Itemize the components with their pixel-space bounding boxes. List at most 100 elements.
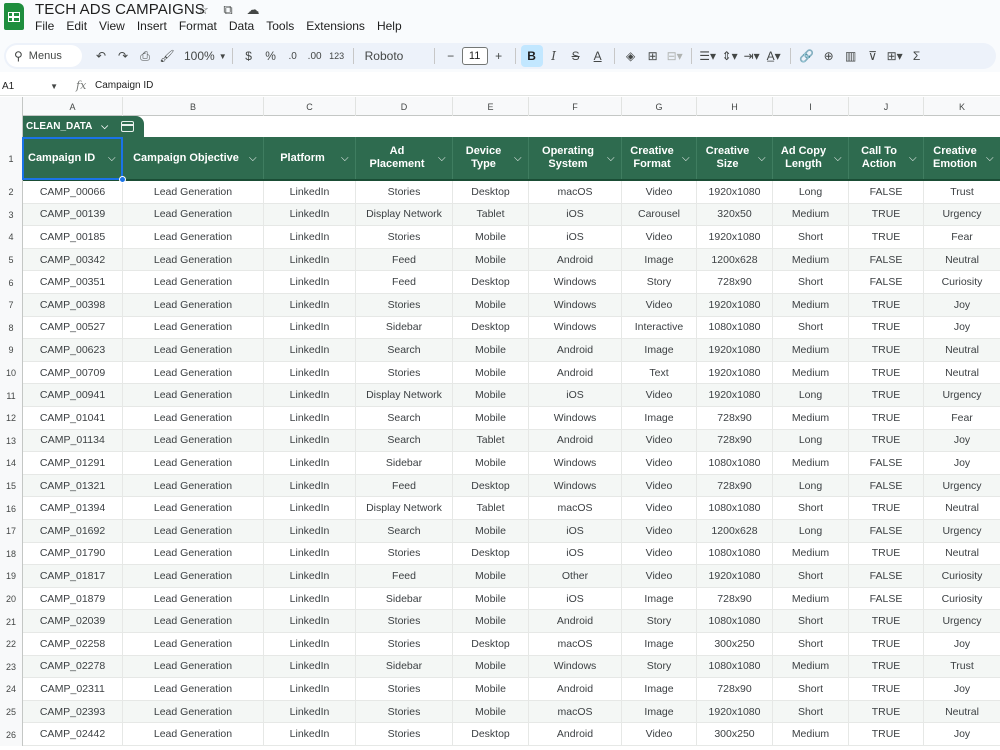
cell-creative-size[interactable]: 1080x1080 xyxy=(697,452,773,475)
row-number[interactable]: 21 xyxy=(0,610,23,633)
chevron-down-icon[interactable]: ⌵ xyxy=(249,153,263,164)
cell-creative-format[interactable]: Video xyxy=(622,384,697,407)
cell-device-type[interactable]: Tablet xyxy=(453,429,529,453)
cell-creative-emotion[interactable]: Urgency xyxy=(924,520,1000,543)
zoom-select[interactable]: 100% ▼ xyxy=(184,49,227,63)
cell-device-type[interactable]: Mobile xyxy=(453,226,529,249)
cell-ad-placement[interactable]: Stories xyxy=(356,361,453,385)
cell-creative-size[interactable]: 1920x1080 xyxy=(697,294,773,317)
row-number[interactable]: 23 xyxy=(0,655,23,679)
cell-device-type[interactable]: Mobile xyxy=(453,678,529,701)
cell-ad-copy-length[interactable]: Medium xyxy=(773,203,849,227)
cell-campaign-id[interactable]: CAMP_02311 xyxy=(23,678,123,701)
cell-campaign-objective[interactable]: Lead Generation xyxy=(123,361,264,385)
column-header-ad-placement[interactable]: Ad Placement ⌵ xyxy=(356,137,453,179)
formula-input[interactable]: Campaign ID xyxy=(95,80,153,91)
cell-ad-placement[interactable]: Display Network xyxy=(356,384,453,407)
cell-campaign-id[interactable]: CAMP_01394 xyxy=(23,497,123,520)
increase-font-size-button[interactable]: + xyxy=(488,45,510,67)
cell-device-type[interactable]: Mobile xyxy=(453,700,529,724)
insert-chart-icon[interactable]: ▥ xyxy=(840,45,862,67)
column-letter-a[interactable]: A xyxy=(23,97,123,116)
cell-device-type[interactable]: Desktop xyxy=(453,181,529,204)
cell-ad-copy-length[interactable]: Medium xyxy=(773,587,849,611)
column-letter-i[interactable]: I xyxy=(773,97,849,116)
cell-ad-placement[interactable]: Search xyxy=(356,429,453,453)
cell-creative-format[interactable]: Video xyxy=(622,520,697,543)
cell-operating-system[interactable]: Android xyxy=(529,429,622,453)
cell-campaign-id[interactable]: CAMP_00185 xyxy=(23,226,123,249)
cell-creative-size[interactable]: 300x250 xyxy=(697,633,773,656)
cell-device-type[interactable]: Desktop xyxy=(453,271,529,294)
menu-view[interactable]: View xyxy=(99,19,125,33)
cell-call-to-action[interactable]: TRUE xyxy=(849,294,924,317)
cell-creative-format[interactable]: Video xyxy=(622,565,697,588)
cell-device-type[interactable]: Desktop xyxy=(453,723,529,746)
cell-creative-emotion[interactable]: Urgency xyxy=(924,474,1000,498)
bold-button[interactable]: B xyxy=(520,45,543,67)
column-letter-k[interactable]: K xyxy=(924,97,1000,116)
menus-search-button[interactable]: ⚲ Menus xyxy=(6,45,82,67)
cell-ad-placement[interactable]: Sidebar xyxy=(356,587,453,611)
cell-campaign-objective[interactable]: Lead Generation xyxy=(123,678,264,701)
menu-data[interactable]: Data xyxy=(229,19,254,33)
cell-ad-copy-length[interactable]: Short xyxy=(773,678,849,701)
cell-ad-copy-length[interactable]: Medium xyxy=(773,655,849,679)
menu-insert[interactable]: Insert xyxy=(137,19,167,33)
cell-device-type[interactable]: Mobile xyxy=(453,361,529,385)
cell-platform[interactable]: LinkedIn xyxy=(264,226,356,249)
cell-ad-placement[interactable]: Stories xyxy=(356,294,453,317)
column-header-platform[interactable]: Platform ⌵ xyxy=(264,137,356,179)
cell-call-to-action[interactable]: TRUE xyxy=(849,633,924,656)
cell-call-to-action[interactable]: TRUE xyxy=(849,316,924,340)
cell-creative-emotion[interactable]: Trust xyxy=(924,181,1000,204)
insert-link-icon[interactable]: 🔗 xyxy=(796,45,818,67)
cell-creative-emotion[interactable]: Joy xyxy=(924,633,1000,656)
cell-ad-copy-length[interactable]: Medium xyxy=(773,723,849,746)
cell-operating-system[interactable]: Windows xyxy=(529,316,622,340)
vertical-align-icon[interactable]: ⇕▾ xyxy=(719,45,741,67)
cell-call-to-action[interactable]: FALSE xyxy=(849,520,924,543)
cell-ad-placement[interactable]: Stories xyxy=(356,181,453,204)
cell-ad-placement[interactable]: Stories xyxy=(356,678,453,701)
cell-campaign-id[interactable]: CAMP_00941 xyxy=(23,384,123,407)
row-number[interactable]: 12 xyxy=(0,407,23,430)
cell-creative-size[interactable]: 300x250 xyxy=(697,723,773,746)
cell-campaign-objective[interactable]: Lead Generation xyxy=(123,565,264,588)
cell-operating-system[interactable]: Windows xyxy=(529,294,622,317)
cell-platform[interactable]: LinkedIn xyxy=(264,723,356,746)
cell-campaign-id[interactable]: CAMP_02039 xyxy=(23,610,123,633)
cell-ad-copy-length[interactable]: Long xyxy=(773,384,849,407)
cell-creative-format[interactable]: Image xyxy=(622,678,697,701)
strikethrough-button[interactable]: S xyxy=(565,45,587,67)
cell-platform[interactable]: LinkedIn xyxy=(264,542,356,566)
cell-campaign-objective[interactable]: Lead Generation xyxy=(123,497,264,520)
cell-creative-format[interactable]: Image xyxy=(622,248,697,272)
column-header-operating-system[interactable]: Operating System ⌵ xyxy=(529,137,622,179)
cell-ad-placement[interactable]: Search xyxy=(356,339,453,362)
cell-operating-system[interactable]: Android xyxy=(529,339,622,362)
cell-operating-system[interactable]: Windows xyxy=(529,407,622,430)
cell-campaign-id[interactable]: CAMP_00398 xyxy=(23,294,123,317)
cell-ad-placement[interactable]: Feed xyxy=(356,248,453,272)
cell-ad-copy-length[interactable]: Short xyxy=(773,610,849,633)
cell-creative-emotion[interactable]: Fear xyxy=(924,226,1000,249)
cell-creative-format[interactable]: Video xyxy=(622,497,697,520)
spreadsheet-grid[interactable]: ABCDEFGHIJK CLEAN_DATA ⌵ 1 2 3 4 5 6 7 8 9 10 11 12… xyxy=(0,97,1000,750)
row-number[interactable]: 7 xyxy=(0,294,23,317)
cell-operating-system[interactable]: macOS xyxy=(529,497,622,520)
cell-campaign-id[interactable]: CAMP_02442 xyxy=(23,723,123,746)
cell-creative-format[interactable]: Video xyxy=(622,226,697,249)
row-number[interactable]: 11 xyxy=(0,384,23,407)
fill-handle[interactable] xyxy=(119,176,126,183)
cell-device-type[interactable]: Mobile xyxy=(453,565,529,588)
cell-call-to-action[interactable]: TRUE xyxy=(849,700,924,724)
insert-comment-icon[interactable]: ⊕ xyxy=(818,45,840,67)
cell-campaign-objective[interactable]: Lead Generation xyxy=(123,181,264,204)
cell-creative-emotion[interactable]: Neutral xyxy=(924,339,1000,362)
column-letter-e[interactable]: E xyxy=(453,97,529,116)
cell-creative-size[interactable]: 1200x628 xyxy=(697,520,773,543)
cell-device-type[interactable]: Mobile xyxy=(453,248,529,272)
more-formats-button[interactable]: 123 xyxy=(326,45,348,67)
cell-operating-system[interactable]: Windows xyxy=(529,452,622,475)
